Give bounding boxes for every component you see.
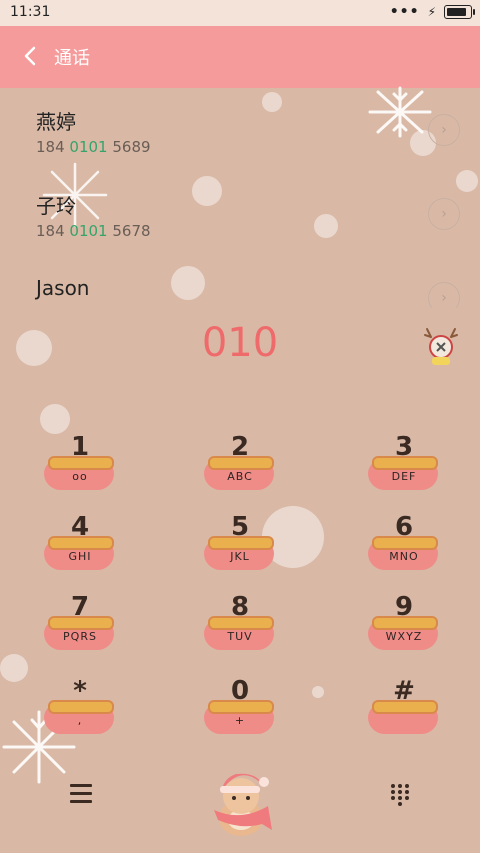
menu-line [70,784,92,787]
key-letters: WXYZ [385,630,423,643]
status-bar: 11:31 ••• ⚡ [0,0,480,26]
hamster-mascot[interactable] [206,760,276,840]
key-letters: DEF [391,470,417,483]
page-title: 通话 [54,48,90,69]
key-letters: , [77,714,83,727]
chevron-right-icon[interactable]: › [428,114,460,146]
snow-bubble [40,404,70,434]
number-match: 0101 [69,222,108,240]
notification-dots: ••• [389,4,420,20]
key-hash[interactable]: # [364,676,444,744]
key-6[interactable]: 6 MNO [364,512,444,580]
dialpad-icon[interactable] [389,783,411,809]
key-digit: 4 [70,512,90,542]
app-header: 通话 [0,26,480,88]
dialed-number: 010 [201,320,279,366]
menu-line [70,792,92,795]
contact-row[interactable]: 燕婷 184 0101 5689 › [0,98,480,178]
number-prefix: 184 [36,222,70,240]
key-letters: oo [72,470,88,483]
key-digit: 0 [230,676,250,706]
key-digit: # [393,676,415,706]
battery-fill [447,8,466,16]
key-digit: 5 [230,512,250,542]
battery-icon [444,5,475,19]
key-digit: 1 [70,432,90,462]
menu-icon[interactable] [70,784,92,806]
contact-name: 燕婷 [36,110,76,134]
status-icons: ••• ⚡ [389,4,475,20]
chevron-right-icon[interactable]: › [428,198,460,230]
key-digit: * [73,676,87,706]
key-digit: 8 [230,592,250,622]
key-5[interactable]: 5 JKL [200,512,280,580]
key-letters: JKL [230,550,250,563]
key-3[interactable]: 3 DEF [364,432,444,500]
key-letters: PQRS [63,630,97,643]
key-4[interactable]: 4 GHI [40,512,120,580]
key-digit: 2 [230,432,250,462]
key-letters: ABC [227,470,253,483]
key-9[interactable]: 9 WXYZ [364,592,444,660]
key-digit: 7 [70,592,90,622]
key-8[interactable]: 8 TUV [200,592,280,660]
key-letters: + [234,714,246,727]
key-2[interactable]: 2 ABC [200,432,280,500]
snow-bubble [0,654,28,682]
key-digit: 6 [394,512,414,542]
key-1[interactable]: 1 oo [40,432,120,500]
number-match: 0101 [69,138,108,156]
key-digit: 3 [394,432,414,462]
key-7[interactable]: 7 PQRS [40,592,120,660]
contact-name: Jason [36,276,90,300]
number-suffix: 5678 [107,222,151,240]
key-letters: MNO [389,550,419,563]
status-time: 11:31 [10,4,51,20]
snow-bubble [312,686,324,698]
chevron-left-icon[interactable] [18,42,46,70]
key-letters: GHI [68,550,92,563]
menu-line [70,800,92,803]
key-0[interactable]: 0 + [200,676,280,744]
charging-icon: ⚡ [427,5,436,19]
key-digit: 9 [394,592,414,622]
contact-row[interactable]: Jason › [0,268,480,308]
contact-row[interactable]: 子玲 184 0101 5678 › [0,182,480,262]
chevron-right-icon[interactable]: › [428,282,460,308]
number-prefix: 184 [36,138,70,156]
contact-number: 184 0101 5689 [36,138,151,156]
contact-number: 184 0101 5678 [36,222,151,240]
reindeer-icon[interactable] [423,327,459,371]
contact-name: 子玲 [36,194,76,218]
number-suffix: 5689 [107,138,151,156]
key-star[interactable]: * , [40,676,120,744]
key-letters: TUV [227,630,253,643]
